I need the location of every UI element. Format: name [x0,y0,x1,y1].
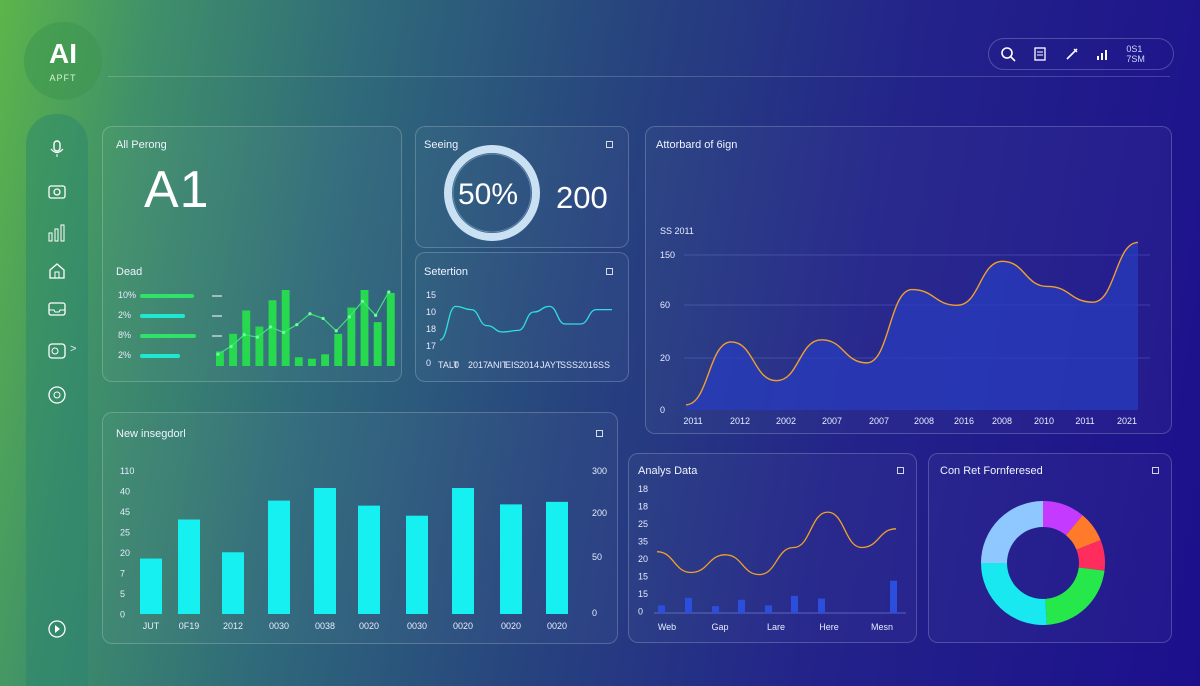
panel-donut-chart [981,501,1106,626]
donut-slice [981,563,1047,626]
donut-slice [1045,567,1105,625]
donut-slice [981,501,1043,563]
